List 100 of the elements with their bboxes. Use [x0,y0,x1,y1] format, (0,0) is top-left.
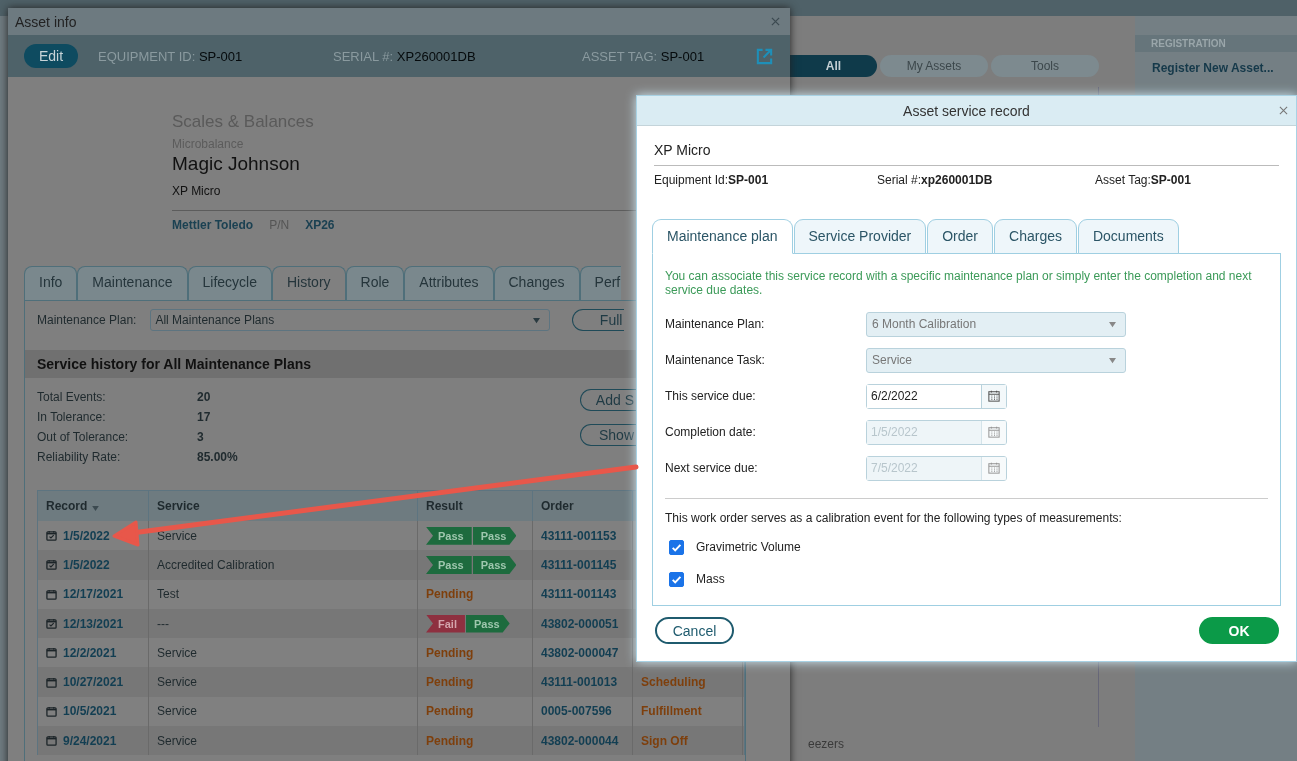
record-link[interactable]: 12/13/2021 [63,616,124,631]
status-text: Fulfillment [641,704,702,719]
table-cell: Service [157,675,197,690]
record-link[interactable]: 10/27/2021 [63,675,124,690]
order-link[interactable]: 43111-001153 [541,528,617,543]
order-link[interactable]: 43802-000051 [541,616,619,631]
result-text: Pending [426,645,474,660]
result-badge: Pass [472,555,517,574]
full-button[interactable]: Full [572,309,625,331]
stat-value: 85.00% [197,450,238,464]
record-link[interactable]: 9/24/2021 [63,733,117,748]
tab[interactable]: Order [927,219,994,254]
stat-label: Total Events: [37,390,107,404]
order-link[interactable]: 43802-000044 [541,733,619,748]
cancel-button[interactable]: Cancel [655,617,734,644]
order-link[interactable]: 43111-001013 [541,675,618,690]
asset-field: Serial #:xp260001DB [877,173,1095,187]
checkbox-label: Gravimetric Volume [696,540,801,554]
table-cell: Service [157,645,197,660]
model-text: XP Micro [172,184,222,198]
stat-label: In Tolerance: [37,410,107,424]
action-button[interactable]: Add S [580,389,636,411]
sidebar-link[interactable]: Register New Asset... [1135,52,1297,84]
table-cell: Service [157,733,197,748]
ok-button[interactable]: OK [1199,617,1279,644]
result-text: Pending [426,587,474,602]
help-text: You can associate this service record with a specific maintenance plan or simply enter the completion and next service due dates. [665,269,1253,297]
order-link[interactable]: 43111-001143 [541,587,617,602]
stat-label: Reliability Rate: [37,450,122,464]
result-badge: Fail [426,614,465,633]
header-field: EQUIPMENT ID: SP-001 [98,48,333,64]
order-link[interactable]: 43802-000047 [541,645,619,660]
stat-value: 20 [197,390,211,404]
result-text: Pending [426,733,474,748]
stat-label: Out of Tolerance: [37,430,130,444]
action-button[interactable]: Show [580,424,636,446]
asset-field: Asset Tag:SP-001 [1095,173,1191,187]
filter-tab[interactable]: All [790,55,877,77]
part-number: XP26 [305,218,335,232]
field-label: Next service due: [665,461,759,475]
close-icon[interactable] [771,17,780,26]
sort-icon [92,505,100,511]
field-label: Maintenance Plan: [665,317,766,331]
filter-tab[interactable]: My Assets [880,55,988,77]
table-cell: Test [157,587,179,602]
tab[interactable]: Lifecycle [187,266,272,300]
list-item-text: eezers [808,737,845,751]
record-link[interactable]: 10/5/2021 [63,704,117,719]
tab[interactable]: Charges [994,219,1077,254]
caret-icon [1108,320,1117,328]
checkbox-label: Mass [696,572,725,586]
edit-button[interactable]: Edit [24,44,78,68]
tab[interactable]: Attributes [404,266,494,300]
order-link[interactable]: 43111-001145 [541,557,617,572]
checkbox[interactable] [669,571,684,587]
dialog-title: Asset service record [903,102,1030,119]
order-link[interactable]: 0005-007596 [541,704,612,719]
asset-field: Equipment Id:SP-001 [654,173,877,187]
caret-icon [1108,356,1117,364]
result-badge: Pass [426,526,472,545]
filter-tab[interactable]: Tools [991,55,1099,77]
external-link-icon[interactable] [755,46,774,66]
tab[interactable]: Maintenance plan [652,219,793,254]
record-link[interactable]: 12/17/2021 [63,587,124,602]
stat-value: 17 [197,410,211,424]
status-text: Scheduling [641,675,706,690]
tab[interactable]: Service Provider [793,219,927,254]
field-label: Maintenance Plan: [37,313,137,327]
tab[interactable]: Documents [1077,219,1179,254]
tab[interactable]: Perf [579,266,621,300]
table-cell: Service [157,528,197,543]
result-text: Pending [426,675,474,690]
stat-value: 3 [197,430,204,444]
checkbox[interactable] [669,539,684,555]
record-link[interactable]: 12/2/2021 [63,645,117,660]
result-text: Pending [426,704,474,719]
record-link[interactable]: 1/5/2022 [63,528,110,543]
result-badge: Pass [465,614,510,633]
caret-icon [532,316,542,324]
instruction-text: This work order serves as a calibration event for the following types of measurements: [665,511,1123,525]
tab[interactable]: Role [345,266,405,300]
record-link[interactable]: 1/5/2022 [63,557,110,572]
tab[interactable]: History [272,266,346,300]
manufacturer-text: Mettler Toledo [172,218,254,232]
asset-name: Magic Johnson [172,153,301,175]
header-field: SERIAL #: XP260001DB [333,48,582,64]
table-cell: --- [157,616,169,631]
plan-dropdown[interactable]: All Maintenance Plans [150,309,551,331]
tab[interactable]: Changes [493,266,580,300]
result-badge: Pass [426,555,472,574]
status-text: Sign Off [641,733,688,748]
table-cell: Accredited Calibration [157,557,275,572]
window-title: Asset info [15,13,77,30]
tab[interactable]: Info [24,266,78,300]
field-label: This service due: [665,389,757,403]
tab[interactable]: Maintenance [77,266,188,300]
close-icon[interactable] [1279,106,1288,115]
field-label: Completion date: [665,425,757,439]
header-field: ASSET TAG: SP-001 [582,48,755,64]
asset-name: XP Micro [654,142,1279,166]
